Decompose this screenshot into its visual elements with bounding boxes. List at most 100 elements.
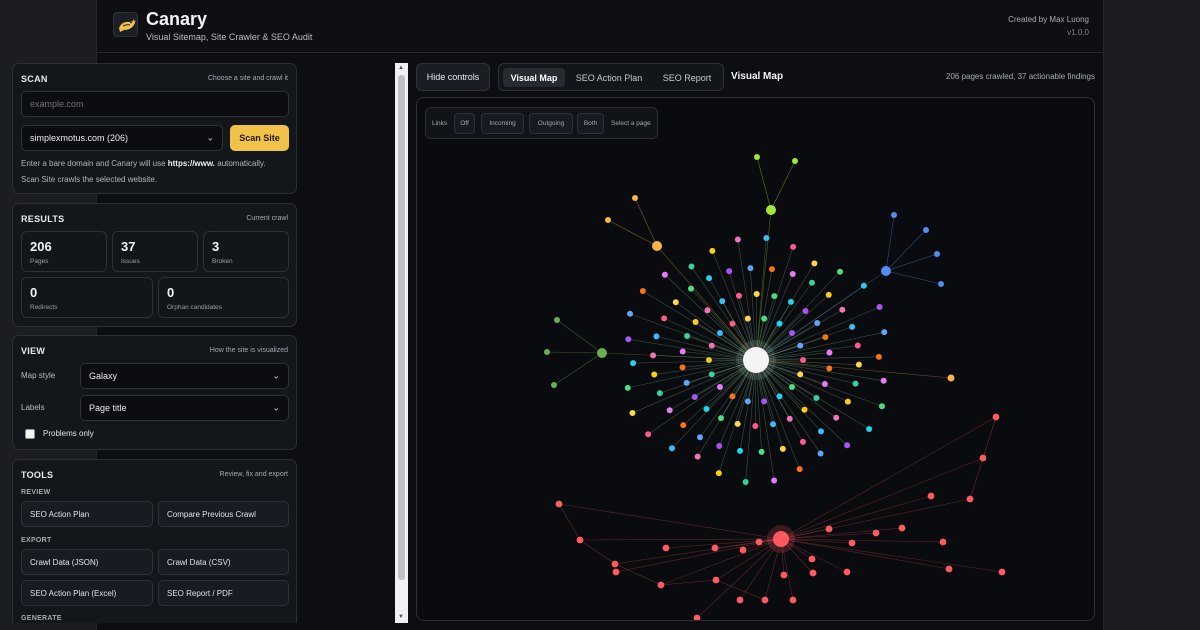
page-node[interactable]: [786, 415, 793, 422]
page-node[interactable]: [679, 364, 686, 371]
page-node[interactable]: [697, 434, 704, 441]
page-node[interactable]: [747, 265, 754, 272]
domain-input[interactable]: example.com: [21, 91, 289, 117]
page-node[interactable]: [734, 420, 741, 427]
broken-page-node[interactable]: [711, 544, 719, 552]
page-node[interactable]: [821, 380, 828, 387]
page-node[interactable]: [837, 268, 844, 275]
page-node[interactable]: [680, 422, 687, 429]
page-node[interactable]: [844, 398, 851, 405]
page-node[interactable]: [758, 448, 765, 455]
page-node[interactable]: [855, 361, 862, 368]
cluster-leaf-node[interactable]: [632, 195, 638, 201]
page-node[interactable]: [796, 466, 803, 473]
scrollbar-thumb[interactable]: [398, 75, 405, 580]
page-node[interactable]: [849, 323, 856, 330]
cluster-leaf-node[interactable]: [938, 281, 944, 287]
page-node[interactable]: [691, 393, 698, 400]
page-node[interactable]: [718, 415, 725, 422]
page-node[interactable]: [629, 409, 636, 416]
cluster-leaf-node[interactable]: [934, 251, 940, 257]
cluster-leaf-node[interactable]: [792, 158, 798, 164]
page-node[interactable]: [706, 275, 713, 282]
broken-page-node[interactable]: [789, 596, 797, 604]
page-node[interactable]: [852, 380, 859, 387]
page-node[interactable]: [708, 342, 715, 349]
labels-select[interactable]: Page title ⌄: [80, 395, 289, 421]
broken-page-node[interactable]: [808, 555, 816, 563]
stat-pages[interactable]: 206 Pages: [21, 231, 107, 272]
broken-page-node[interactable]: [979, 454, 987, 462]
cluster-hub-node[interactable]: [597, 348, 607, 358]
seo-action-plan-button[interactable]: SEO Action Plan: [21, 501, 153, 527]
page-node[interactable]: [666, 407, 673, 414]
cluster-leaf-node[interactable]: [554, 317, 560, 323]
page-node[interactable]: [708, 371, 715, 378]
page-node[interactable]: [761, 315, 768, 322]
page-node[interactable]: [694, 453, 701, 460]
page-node[interactable]: [672, 299, 679, 306]
sidebar-scrollbar[interactable]: ▲ ▼: [395, 63, 408, 623]
cluster-leaf-node[interactable]: [605, 217, 611, 223]
page-node[interactable]: [668, 445, 675, 452]
page-node[interactable]: [716, 442, 723, 449]
page-node[interactable]: [752, 422, 759, 429]
broken-page-node[interactable]: [872, 529, 880, 537]
broken-page-node[interactable]: [927, 492, 935, 500]
broken-page-node[interactable]: [611, 560, 619, 568]
page-node[interactable]: [768, 266, 775, 273]
galaxy-graph[interactable]: [417, 98, 1095, 621]
broken-page-node[interactable]: [898, 524, 906, 532]
page-node[interactable]: [651, 371, 658, 378]
broken-page-node[interactable]: [612, 568, 620, 576]
page-node[interactable]: [814, 320, 821, 327]
page-node[interactable]: [776, 320, 783, 327]
cluster-hub-node[interactable]: [881, 266, 891, 276]
broken-page-node[interactable]: [662, 544, 670, 552]
scan-site-button[interactable]: Scan Site: [230, 125, 289, 151]
page-node[interactable]: [709, 247, 716, 254]
page-node[interactable]: [878, 403, 885, 410]
page-node[interactable]: [719, 298, 726, 305]
page-node[interactable]: [825, 291, 832, 298]
page-node[interactable]: [715, 470, 722, 477]
page-node[interactable]: [735, 292, 742, 299]
links-both-button[interactable]: Both: [577, 113, 604, 134]
page-node[interactable]: [661, 315, 668, 322]
links-incoming-button[interactable]: Incoming: [481, 113, 524, 134]
cluster-leaf-node[interactable]: [891, 212, 897, 218]
page-node[interactable]: [737, 447, 744, 454]
broken-page-node[interactable]: [739, 546, 747, 554]
cluster-hub-node[interactable]: [766, 205, 776, 215]
page-node[interactable]: [790, 243, 797, 250]
page-node[interactable]: [876, 304, 883, 311]
links-off-button[interactable]: Off: [454, 113, 475, 134]
broken-page-node[interactable]: [576, 536, 584, 544]
export-csv-button[interactable]: Crawl Data (CSV): [158, 549, 289, 575]
page-node[interactable]: [839, 306, 846, 313]
site-select[interactable]: simplexmotus.com (206) ⌄: [21, 125, 223, 151]
tab-seo-report[interactable]: SEO Report: [653, 68, 721, 87]
page-node[interactable]: [661, 271, 668, 278]
stat-issues[interactable]: 37 Issues: [112, 231, 198, 272]
map-style-select[interactable]: Galaxy ⌄: [80, 363, 289, 389]
page-node[interactable]: [771, 477, 778, 484]
page-node[interactable]: [703, 405, 710, 412]
page-node[interactable]: [625, 336, 632, 343]
page-node[interactable]: [822, 334, 829, 341]
page-node[interactable]: [787, 298, 794, 305]
tab-visual-map[interactable]: Visual Map: [503, 68, 565, 87]
page-node[interactable]: [630, 360, 637, 367]
page-node[interactable]: [684, 333, 691, 340]
broken-hub-node[interactable]: [773, 531, 789, 547]
visual-map-canvas[interactable]: Links Off Incoming Outgoing Both Select …: [416, 97, 1095, 621]
page-node[interactable]: [801, 406, 808, 413]
page-node[interactable]: [716, 383, 723, 390]
page-node[interactable]: [802, 308, 809, 315]
page-node[interactable]: [734, 236, 741, 243]
scroll-up-icon[interactable]: ▲: [398, 65, 404, 71]
page-node[interactable]: [779, 445, 786, 452]
page-node[interactable]: [875, 353, 882, 360]
broken-page-node[interactable]: [780, 571, 788, 579]
page-node[interactable]: [808, 279, 815, 286]
